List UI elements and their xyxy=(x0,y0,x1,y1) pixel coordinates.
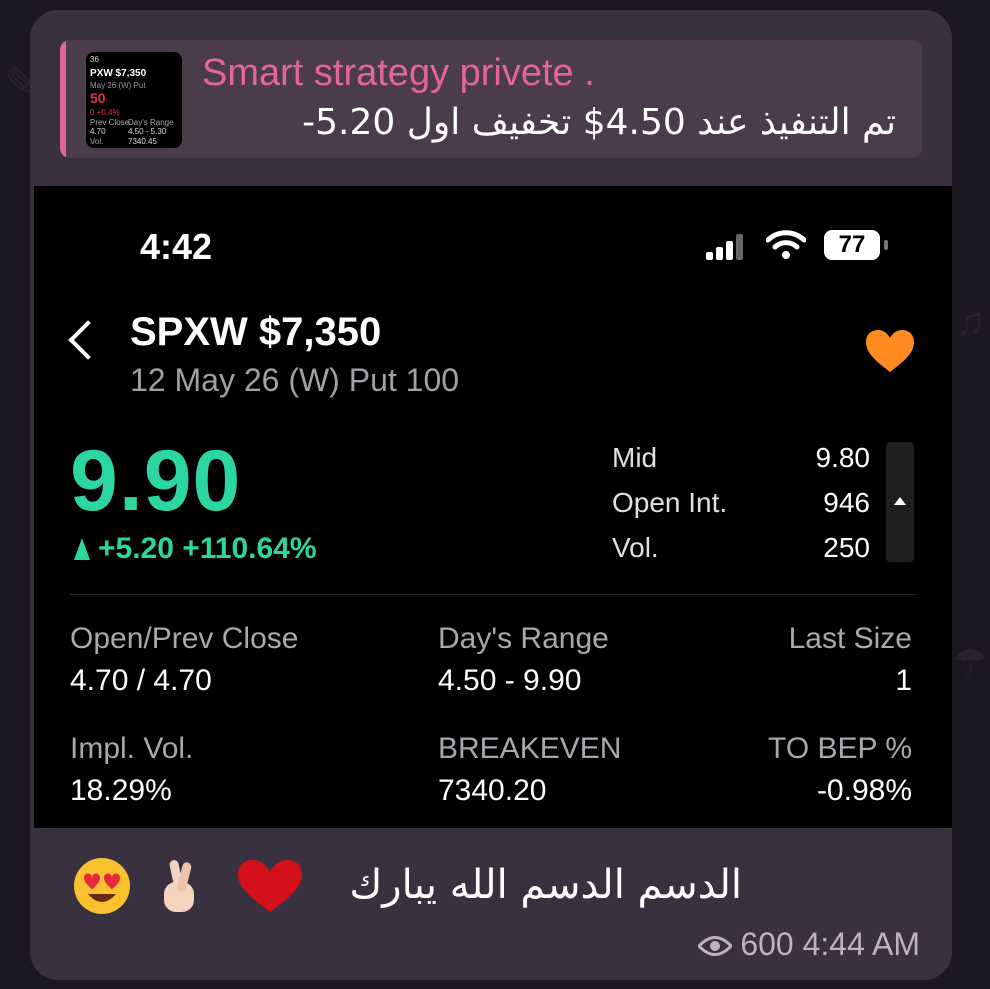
signal-icon xyxy=(706,234,746,260)
up-triangle-icon xyxy=(74,538,90,560)
last-price: 9.90 xyxy=(70,433,242,529)
stat-label: Mid xyxy=(612,442,658,473)
grid-label: TO BEP % xyxy=(768,732,912,765)
stat-value: 946 xyxy=(823,487,870,518)
red-heart-emoji xyxy=(238,860,302,912)
thumb-time: 36 xyxy=(90,55,99,64)
background-doodle: ☂ xyxy=(952,641,988,685)
message-time: 4:44 AM xyxy=(802,926,920,962)
background-doodle: ♫ xyxy=(955,300,985,344)
grid-value: 1 xyxy=(895,664,912,697)
message-caption: الدسم الدسم الله يبارك xyxy=(349,862,742,908)
grid-value: 7340.20 xyxy=(438,774,547,807)
thumb-value: 4.70 xyxy=(90,127,106,136)
grid-label: Impl. Vol. xyxy=(70,732,194,765)
grid-value: -0.98% xyxy=(816,774,912,807)
stat-value: 250 xyxy=(823,532,870,563)
stat-label: Open Int. xyxy=(612,487,728,518)
grid-label: BREAKEVEN xyxy=(438,732,622,765)
message-bubble[interactable]: 36 PXW $7,350 May 26 (W) Put 50 0 +0.4% … xyxy=(30,10,952,980)
thumb-value: 7340.45 xyxy=(128,137,157,146)
option-subtitle: 12 May 26 (W) Put 100 xyxy=(130,362,460,398)
divider xyxy=(70,594,916,595)
grid-label: Open/Prev Close xyxy=(70,622,299,655)
thumb-price: 50 xyxy=(90,90,106,106)
reply-text: تم التنفيذ عند 4.50$ تخفيف اول 5.20- xyxy=(302,102,896,143)
thumb-sub: May 26 (W) Put xyxy=(90,81,146,90)
grid-label: Day's Range xyxy=(438,622,609,655)
back-chevron-icon[interactable] xyxy=(68,320,108,360)
battery-tip xyxy=(884,240,888,250)
stat-value: 9.80 xyxy=(815,442,871,473)
screenshot-image[interactable]: 4:42 77 SPXW $7,350 12 May 26 (W) Put 10… xyxy=(34,186,952,828)
status-time: 4:42 xyxy=(140,226,213,267)
thumb-symbol: PXW $7,350 xyxy=(90,68,147,79)
heart-eyes-emoji xyxy=(74,858,130,914)
stats-scrollbar[interactable] xyxy=(886,442,914,562)
reply-sender-title: Smart strategy privete . xyxy=(202,52,595,94)
wifi-icon xyxy=(766,230,806,259)
reply-thumbnail: 36 PXW $7,350 May 26 (W) Put 50 0 +0.4% … xyxy=(86,52,182,148)
thumb-label: Vol. xyxy=(90,137,104,146)
price-change-text: +5.20 +110.64% xyxy=(98,532,317,565)
option-symbol: SPXW $7,350 xyxy=(130,310,382,354)
grid-label: Last Size xyxy=(788,622,912,655)
thumb-label: Day's Range xyxy=(128,118,174,127)
eye-icon xyxy=(698,936,733,956)
scroll-up-arrow-icon xyxy=(894,497,906,505)
emoji-row xyxy=(74,858,302,914)
stat-label: Vol. xyxy=(612,532,659,563)
grid-value: 4.70 / 4.70 xyxy=(70,664,212,697)
battery-icon: 77 xyxy=(824,230,880,260)
heart-icon[interactable] xyxy=(864,328,916,374)
message-meta: 600 4:44 AM xyxy=(698,926,920,963)
view-count: 600 xyxy=(740,926,794,962)
reply-accent-bar xyxy=(60,40,66,158)
grid-value: 4.50 - 9.90 xyxy=(438,664,582,697)
crossed-fingers-emoji xyxy=(164,860,194,912)
price-change: +5.20 +110.64% xyxy=(74,532,317,566)
grid-value: 18.29% xyxy=(70,774,172,807)
thumb-change: 0 +0.4% xyxy=(90,108,120,117)
reply-preview[interactable]: 36 PXW $7,350 May 26 (W) Put 50 0 +0.4% … xyxy=(60,40,922,158)
thumb-value: 4.50 - 5.30 xyxy=(128,127,167,136)
thumb-label: Prev Close xyxy=(90,118,130,127)
